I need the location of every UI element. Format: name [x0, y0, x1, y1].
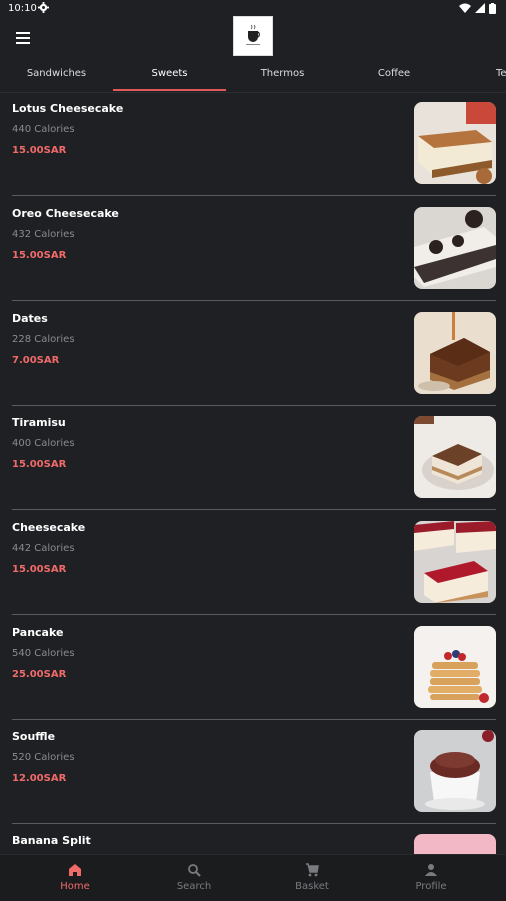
item-divider	[12, 300, 496, 301]
product-price: 15.00SAR	[12, 459, 67, 470]
product-image[interactable]	[414, 416, 496, 498]
product-calories: 540 Calories	[12, 648, 75, 659]
home-icon	[69, 864, 81, 876]
product-name: Souffle	[12, 730, 56, 743]
product-item[interactable]: Cheesecake 442 Calories 15.00SAR	[0, 511, 506, 615]
settings-icon	[38, 2, 49, 13]
item-divider	[12, 195, 496, 196]
product-name: Lotus Cheesecake	[12, 102, 124, 115]
product-list: Lotus Cheesecake 440 Calories 15.00SAR O…	[0, 92, 506, 854]
item-divider	[12, 509, 496, 510]
product-calories: 520 Calories	[12, 752, 75, 763]
product-item[interactable]: Lotus Cheesecake 440 Calories 15.00SAR	[0, 92, 506, 196]
product-item[interactable]: Tiramisu 400 Calories 15.00SAR	[0, 406, 506, 510]
product-price: 12.00SAR	[12, 773, 67, 784]
status-indicators	[459, 2, 496, 14]
product-image[interactable]	[414, 312, 496, 394]
product-calories: 442 Calories	[12, 543, 75, 554]
nav-search[interactable]: Search	[131, 855, 257, 901]
product-name: Dates	[12, 312, 48, 325]
product-image[interactable]	[414, 207, 496, 289]
product-name: Pancake	[12, 626, 64, 639]
category-tabs: Sandwiches Sweets Thermos Coffee Te	[0, 60, 506, 93]
product-image[interactable]	[414, 730, 496, 812]
nav-basket[interactable]: Basket	[249, 855, 375, 901]
product-name: Tiramisu	[12, 416, 66, 429]
signal-icon	[475, 3, 485, 13]
cart-icon	[306, 863, 319, 877]
bottom-nav: Home Search Basket Profile	[0, 854, 506, 901]
product-price: 15.00SAR	[12, 250, 67, 261]
nav-label: Basket	[295, 881, 329, 892]
product-image[interactable]	[414, 521, 496, 603]
product-item[interactable]: Pancake 540 Calories 25.00SAR	[0, 616, 506, 720]
product-image[interactable]	[414, 102, 496, 184]
product-calories: 228 Calories	[12, 334, 75, 345]
product-item[interactable]: Souffle 520 Calories 12.00SAR	[0, 720, 506, 824]
product-price: 7.00SAR	[12, 355, 60, 366]
search-icon	[188, 864, 201, 877]
app-bar	[0, 16, 506, 60]
status-time: 10:10	[8, 3, 37, 14]
nav-profile[interactable]: Profile	[368, 855, 494, 901]
product-calories: 400 Calories	[12, 438, 75, 449]
tab-sandwiches[interactable]: Sandwiches	[0, 60, 113, 90]
tab-thermos[interactable]: Thermos	[226, 60, 339, 90]
profile-icon	[425, 864, 437, 876]
product-item[interactable]: Oreo Cheesecake 432 Calories 15.00SAR	[0, 197, 506, 301]
tab-coffee[interactable]: Coffee	[339, 60, 449, 90]
nav-label: Home	[60, 881, 90, 892]
active-tab-indicator	[113, 89, 226, 91]
tab-tea[interactable]: Te	[496, 60, 506, 90]
nav-label: Search	[176, 881, 212, 892]
product-calories: 432 Calories	[12, 229, 75, 240]
product-price: 15.00SAR	[12, 564, 67, 575]
item-divider	[12, 614, 496, 615]
product-image[interactable]	[414, 626, 496, 708]
menu-icon[interactable]	[16, 32, 30, 44]
wifi-icon	[459, 3, 471, 13]
product-image[interactable]	[414, 834, 496, 854]
product-name: Cheesecake	[12, 521, 86, 534]
product-calories: 440 Calories	[12, 124, 75, 135]
brand-logo	[233, 16, 273, 56]
product-name: Oreo Cheesecake	[12, 207, 119, 220]
product-name: Banana Split	[12, 834, 91, 847]
product-price: 25.00SAR	[12, 669, 67, 680]
product-item[interactable]: Dates 228 Calories 7.00SAR	[0, 302, 506, 406]
product-item[interactable]: Banana Split	[0, 824, 506, 854]
battery-icon	[489, 2, 496, 14]
nav-home[interactable]: Home	[12, 855, 138, 901]
tab-sweets[interactable]: Sweets	[113, 60, 226, 90]
product-price: 15.00SAR	[12, 145, 67, 156]
nav-label: Profile	[415, 881, 447, 892]
